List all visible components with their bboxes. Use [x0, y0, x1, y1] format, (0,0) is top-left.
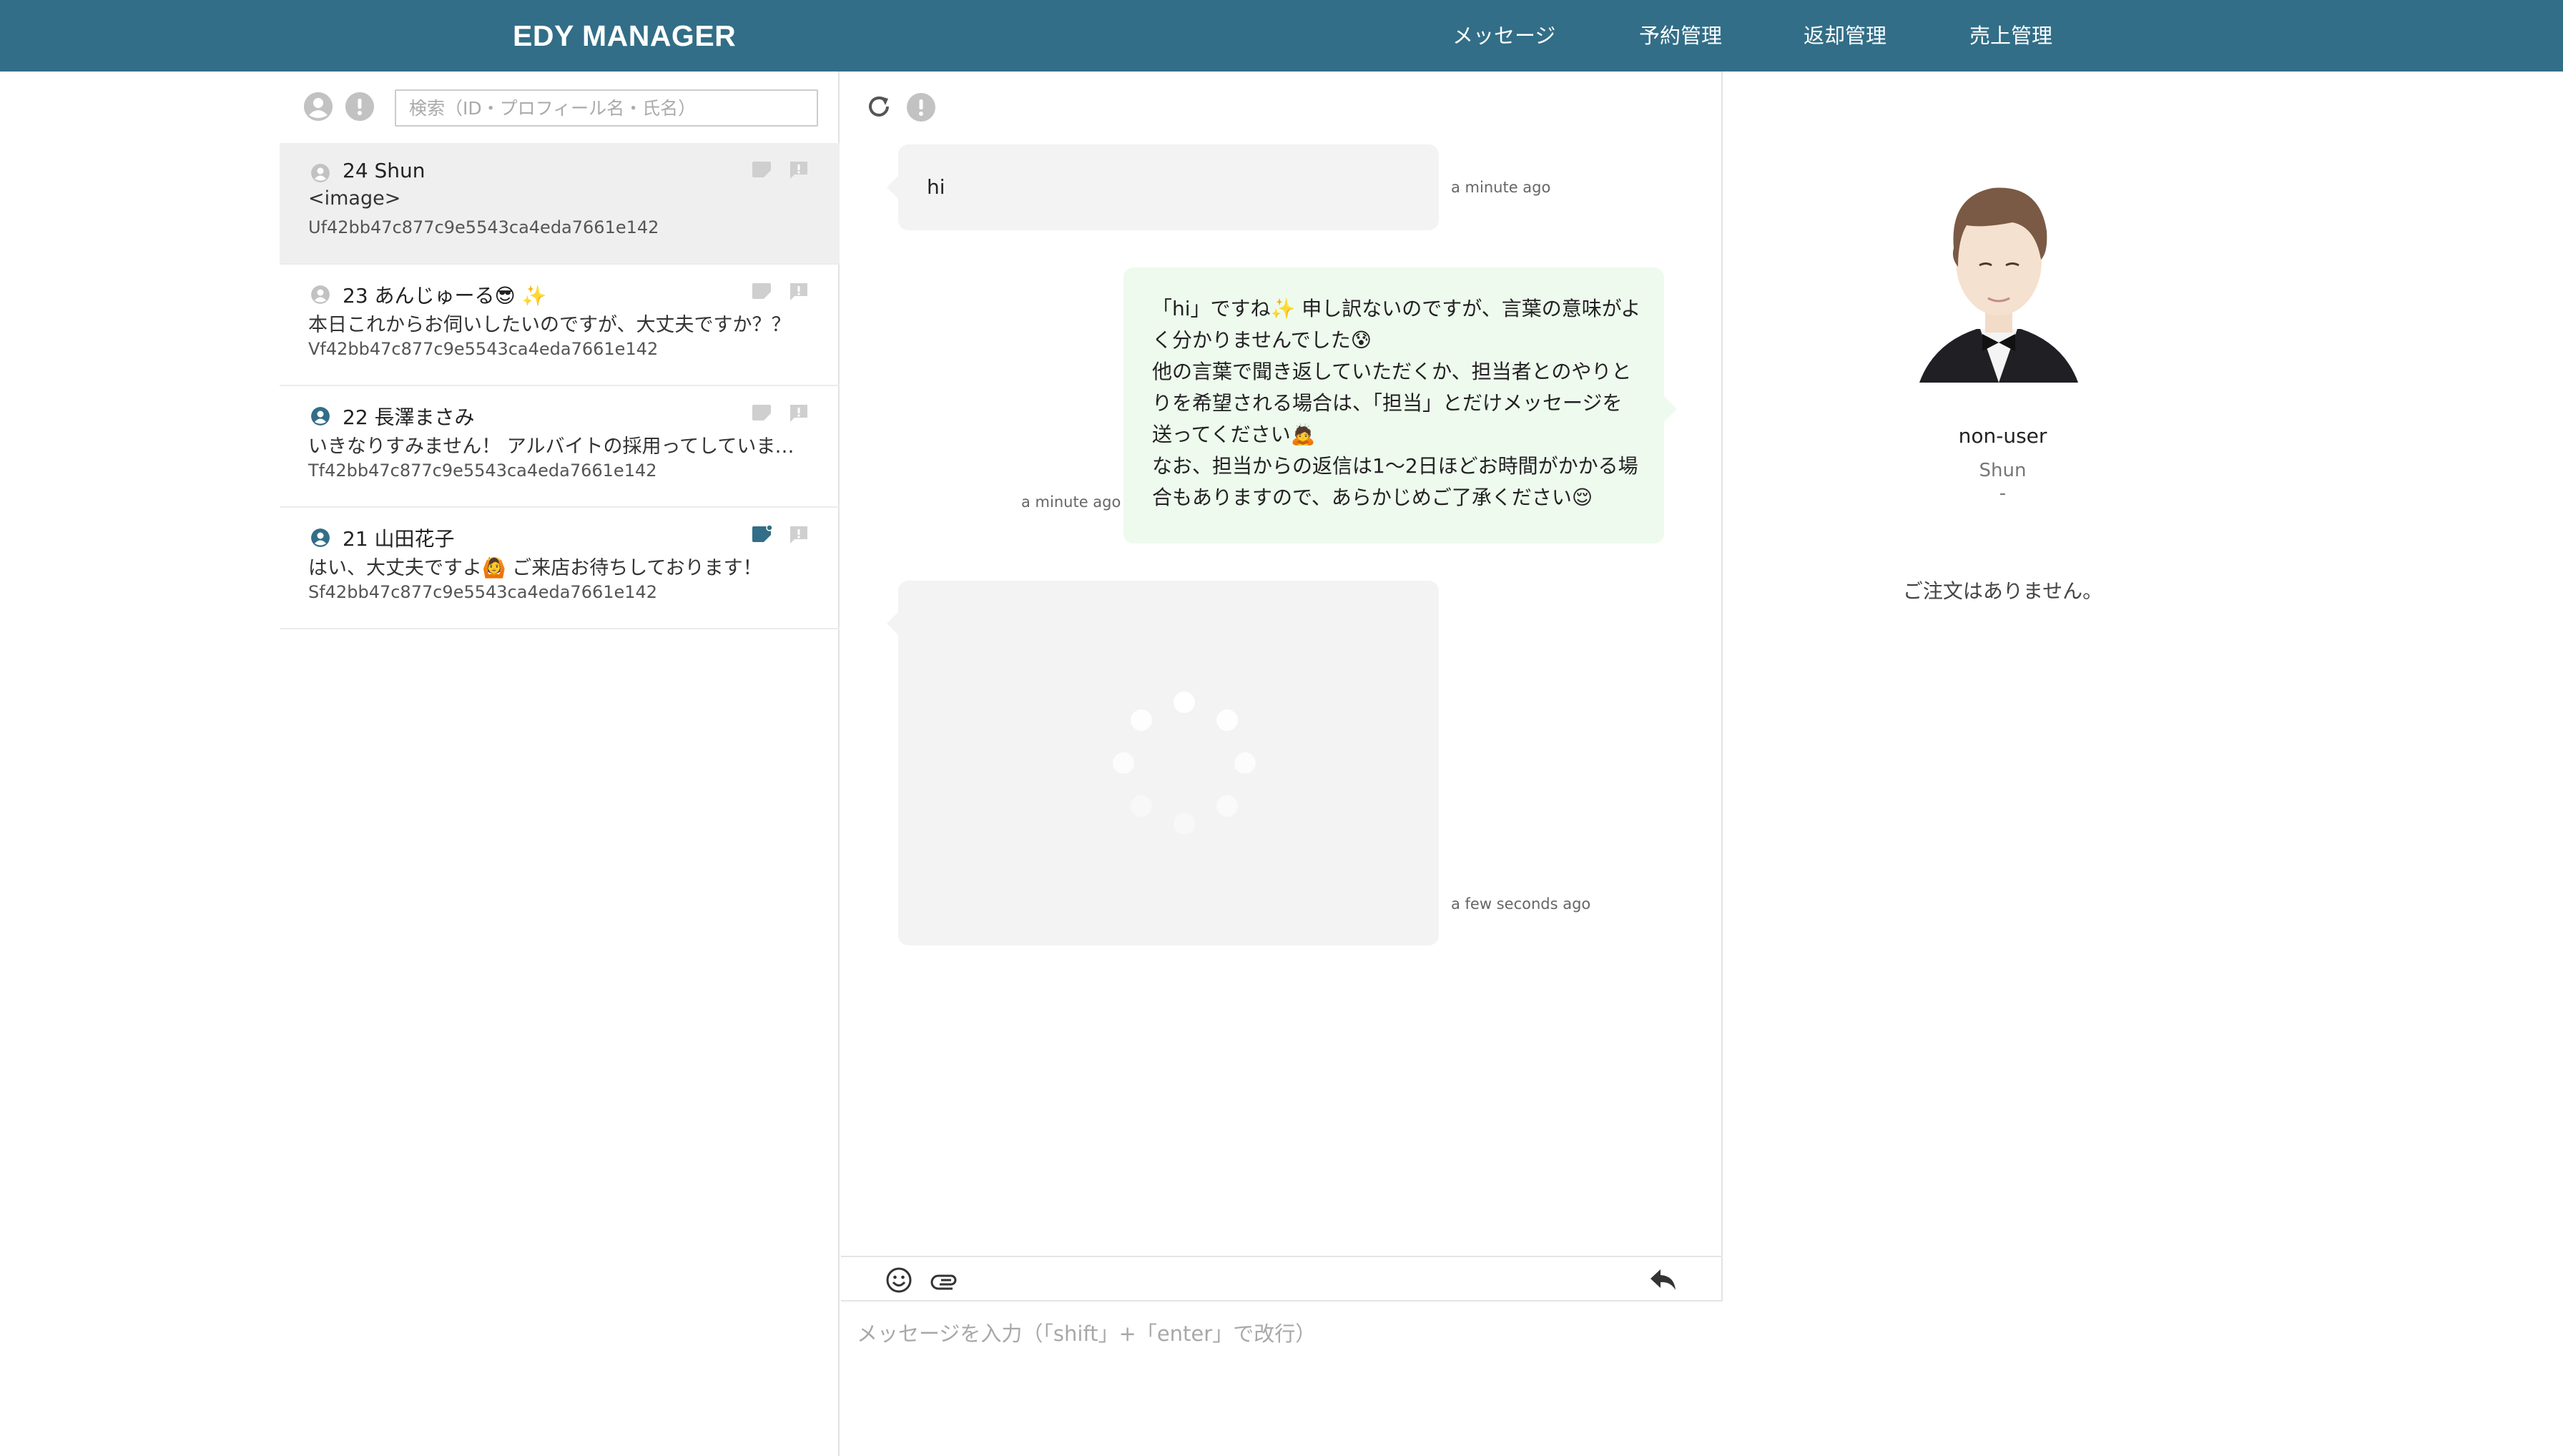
- brand-logo[interactable]: EDY MANAGER: [513, 16, 736, 56]
- conversation-item[interactable]: 21 山田花子 はい、大丈夫ですよ🙆 ご来店お待ちしております！ Sf42bb4…: [280, 508, 840, 629]
- user-icon: [311, 285, 330, 304]
- conversation-item[interactable]: 23 あんじゅーる😎 ✨ 本日これからお伺いしたいのですが、大丈夫ですか？？ V…: [280, 265, 840, 386]
- alert-filter-icon[interactable]: [345, 92, 374, 121]
- nav-messages[interactable]: メッセージ: [1452, 0, 1555, 72]
- message-icon[interactable]: [789, 403, 809, 423]
- conversation-preview: はい、大丈夫ですよ🙆 ご来店お待ちしております！: [308, 557, 762, 579]
- user-filter-icon[interactable]: [304, 92, 333, 121]
- profile-panel: non-user Shun - ご注文はありません。: [1724, 72, 2563, 1456]
- conversation-title: 24 Shun: [343, 159, 425, 182]
- conversation-preview: <image>: [308, 187, 401, 210]
- conversation-list-panel: 24 Shun <image> Uf42bb47c877c9e5543ca4ed…: [280, 72, 840, 1456]
- conversation-item[interactable]: 22 長澤まさみ いきなりすみません！ アルバイトの採用ってしていませんか？ T…: [280, 386, 840, 508]
- conversation-preview: いきなりすみません！ アルバイトの採用ってしていませんか？: [308, 436, 795, 458]
- nav-sales[interactable]: 売上管理: [1969, 0, 2052, 72]
- conversation-uid: Vf42bb47c877c9e5543ca4eda7661e142: [308, 339, 659, 359]
- profile-status: non-user: [1958, 424, 2047, 448]
- incoming-image-message[interactable]: [887, 581, 1439, 945]
- conversation-title: 23 あんじゅーる😎 ✨: [343, 284, 547, 308]
- search-input[interactable]: [395, 89, 818, 127]
- user-icon: [311, 528, 330, 547]
- message-line: 「hi」ですね✨ 申し訳ないのですが、言葉の意味がよ: [1152, 297, 1641, 320]
- sticker-icon[interactable]: [752, 403, 773, 423]
- reload-icon[interactable]: [865, 93, 892, 120]
- message-line: く分かりませんでした😰: [1152, 328, 1372, 352]
- conversation-uid: Tf42bb47c877c9e5543ca4eda7661e142: [308, 461, 657, 481]
- conversation-title: 21 山田花子: [343, 527, 455, 551]
- profile-avatar: [1919, 187, 2078, 383]
- loading-spinner: [1113, 692, 1256, 835]
- outgoing-message: 「hi」ですね✨ 申し訳ないのですが、言葉の意味がよ く分かりませんでした😰 他…: [1123, 267, 1677, 543]
- conversation-uid: Sf42bb47c877c9e5543ca4eda7661e142: [308, 582, 658, 602]
- profile-extra: -: [1999, 483, 2007, 504]
- message-time: a minute ago: [1021, 493, 1121, 511]
- message-text: hi: [927, 175, 945, 199]
- emoji-icon[interactable]: [885, 1266, 912, 1294]
- nav-returns[interactable]: 返却管理: [1804, 0, 1886, 72]
- sticker-icon[interactable]: [752, 525, 773, 545]
- profile-name: Shun: [1979, 460, 2027, 481]
- user-icon: [311, 407, 330, 426]
- user-icon: [311, 164, 330, 182]
- message-time: a few seconds ago: [1451, 895, 1591, 913]
- message-line: 送ってください🙇: [1152, 423, 1316, 446]
- conversation-title: 22 長澤まさみ: [343, 405, 475, 429]
- message-line: 他の言葉で聞き返していただくか、担当者とのやりと: [1152, 360, 1632, 383]
- app-header: EDY MANAGER メッセージ 予約管理 返却管理 売上管理: [0, 0, 2563, 72]
- message-line: 合もありますので、あらかじめご了承ください😌: [1152, 486, 1593, 509]
- reply-icon[interactable]: [1649, 1266, 1678, 1294]
- conversation-item[interactable]: 24 Shun <image> Uf42bb47c877c9e5543ca4ed…: [280, 143, 840, 265]
- message-line: りを希望される場合は、「担当」とだけメッセージを: [1152, 391, 1623, 415]
- sticker-icon[interactable]: [752, 282, 773, 302]
- alert-icon[interactable]: [907, 93, 935, 122]
- nav-reservations[interactable]: 予約管理: [1639, 0, 1722, 72]
- message-input[interactable]: [841, 1302, 1723, 1456]
- chat-panel: hi .bubble-in::before{top:44px;} a minut…: [841, 72, 1723, 1456]
- orders-empty-message: ご注文はありません。: [1902, 579, 2103, 603]
- composer-toolbar: [841, 1256, 1723, 1302]
- message-icon[interactable]: [789, 525, 809, 545]
- message-icon[interactable]: [789, 160, 809, 180]
- attachment-icon[interactable]: [930, 1270, 960, 1290]
- message-line: なお、担当からの返信は1〜2日ほどお時間がかかる場: [1152, 454, 1638, 478]
- conversation-uid: Uf42bb47c877c9e5543ca4eda7661e142: [308, 217, 659, 237]
- incoming-message: hi: [887, 144, 1439, 230]
- message-icon[interactable]: [789, 282, 809, 302]
- sticker-icon[interactable]: [752, 160, 773, 180]
- message-time: a minute ago: [1451, 179, 1551, 196]
- conversation-preview: 本日これからお伺いしたいのですが、大丈夫ですか？？: [308, 314, 791, 336]
